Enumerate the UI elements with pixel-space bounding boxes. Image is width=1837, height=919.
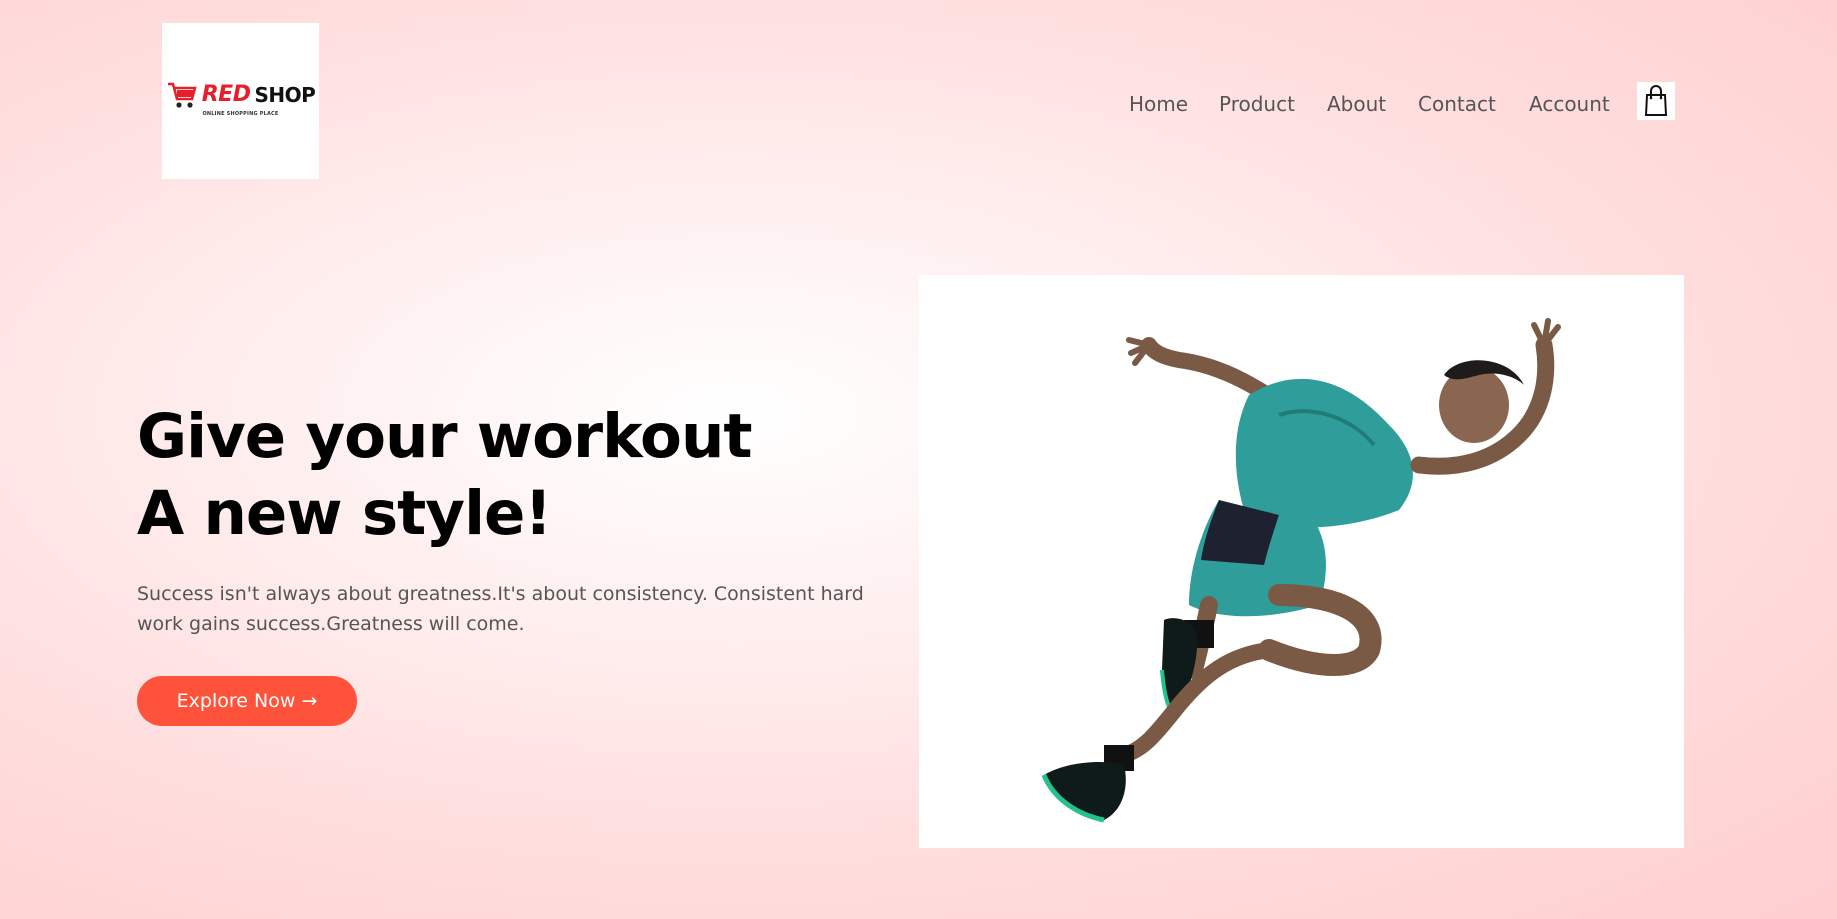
nav-item-account[interactable]: Account [1529, 92, 1610, 116]
hero-title-line2: A new style! [137, 478, 552, 549]
cart-button[interactable] [1637, 82, 1675, 120]
sprinting-athlete-image [1041, 318, 1561, 823]
hero-title-line1: Give your workout [137, 401, 753, 472]
shopping-bag-icon [1644, 85, 1668, 116]
hero-image [919, 275, 1684, 848]
hero-description: Success isn't always about greatness.It'… [137, 583, 864, 635]
explore-now-button[interactable]: Explore Now → [137, 676, 357, 726]
nav-item-home[interactable]: Home [1129, 92, 1188, 116]
nav-item-product[interactable]: Product [1219, 92, 1295, 116]
nav-item-contact[interactable]: Contact [1418, 92, 1496, 116]
nav-item-about[interactable]: About [1327, 92, 1386, 116]
hero-title: Give your workout A new style! [137, 398, 753, 552]
main-nav: Home Product About Contact Account [0, 86, 1837, 126]
